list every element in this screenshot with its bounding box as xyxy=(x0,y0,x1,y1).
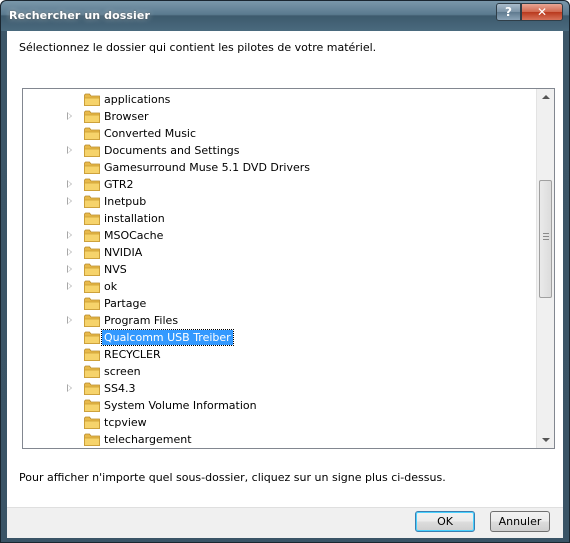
tree-item-label: Browser xyxy=(104,110,149,123)
folder-icon xyxy=(84,365,100,378)
tree-item-label: NVS xyxy=(104,263,127,276)
instruction-text: Sélectionnez le dossier qui contient les… xyxy=(19,41,377,54)
expand-arrow-icon[interactable] xyxy=(67,112,72,120)
folder-browser-dialog: Rechercher un dossier ? ✕ Sélectionnez l… xyxy=(0,0,570,543)
tree-item[interactable]: Inetpub xyxy=(23,193,535,210)
close-icon: ✕ xyxy=(536,5,548,19)
folder-icon xyxy=(84,93,100,106)
tree-item[interactable]: Gamesurround Muse 5.1 DVD Drivers xyxy=(23,159,535,176)
scroll-thumb[interactable] xyxy=(539,180,552,298)
folder-icon xyxy=(84,280,100,293)
expand-arrow-icon[interactable] xyxy=(67,231,72,239)
tree-item[interactable]: Documents and Settings xyxy=(23,142,535,159)
expand-arrow-icon[interactable] xyxy=(67,180,72,188)
expand-arrow-icon[interactable] xyxy=(67,384,72,392)
tree-item-label: tcpview xyxy=(104,416,147,429)
folder-icon xyxy=(84,212,100,225)
tree-item-label: Documents and Settings xyxy=(104,144,240,157)
tree-item[interactable]: MSOCache xyxy=(23,227,535,244)
tree-item[interactable]: SS4.3 xyxy=(23,380,535,397)
tree-item-label: ok xyxy=(104,280,118,293)
folder-icon xyxy=(84,195,100,208)
tree-item[interactable]: NVIDIA xyxy=(23,244,535,261)
help-button[interactable]: ? xyxy=(496,3,521,21)
grip-line xyxy=(543,239,549,240)
title-bar[interactable]: Rechercher un dossier ? ✕ xyxy=(1,1,569,31)
cancel-button[interactable]: Annuler xyxy=(490,511,550,532)
folder-icon xyxy=(84,161,100,174)
folder-icon xyxy=(84,144,100,157)
folder-icon xyxy=(84,399,100,412)
tree-item-label: RECYCLER xyxy=(104,348,161,361)
tree-item-label: telechargement xyxy=(104,433,192,446)
tree-item[interactable]: Qualcomm USB Treiber xyxy=(23,329,535,346)
tree-item[interactable]: telechargement xyxy=(23,431,535,448)
tree-item-label: MSOCache xyxy=(104,229,164,242)
folder-icon xyxy=(84,331,100,344)
folder-icon xyxy=(84,229,100,242)
tree-item-label: Program Files xyxy=(104,314,179,327)
folder-icon xyxy=(84,433,100,446)
close-button[interactable]: ✕ xyxy=(521,3,563,21)
folder-icon xyxy=(84,246,100,259)
tree-item-label: SS4.3 xyxy=(104,382,136,395)
tree-item-label: System Volume Information xyxy=(104,399,257,412)
scroll-down-icon[interactable] xyxy=(542,438,550,442)
folder-icon xyxy=(84,416,100,429)
expand-arrow-icon[interactable] xyxy=(67,282,72,290)
tree-item[interactable]: screen xyxy=(23,363,535,380)
folder-icon xyxy=(84,297,100,310)
expand-arrow-icon[interactable] xyxy=(67,146,72,154)
tree-item-label: Qualcomm USB Treiber xyxy=(101,329,234,346)
folder-tree[interactable]: applications Browser Converted Music Docume… xyxy=(22,88,555,449)
tree-item[interactable]: Program Files xyxy=(23,312,535,329)
folder-icon xyxy=(84,382,100,395)
window-title: Rechercher un dossier xyxy=(9,9,151,22)
expand-arrow-icon[interactable] xyxy=(67,265,72,273)
ok-button[interactable]: OK xyxy=(415,511,475,532)
folder-icon xyxy=(84,314,100,327)
tree-item[interactable]: System Volume Information xyxy=(23,397,535,414)
tree-item-label: installation xyxy=(104,212,165,225)
tree-item-label: screen xyxy=(104,365,141,378)
content-pane: Sélectionnez le dossier qui contient les… xyxy=(7,31,563,507)
folder-icon xyxy=(84,127,100,140)
expand-arrow-icon[interactable] xyxy=(67,316,72,324)
tree-item-label: Partage xyxy=(104,297,147,310)
tree-item[interactable]: NVS xyxy=(23,261,535,278)
help-icon: ? xyxy=(505,5,512,19)
tree-item[interactable]: Converted Music xyxy=(23,125,535,142)
dialog-body: Sélectionnez le dossier qui contient les… xyxy=(7,31,563,538)
button-bar xyxy=(7,507,563,538)
tree-item[interactable]: Partage xyxy=(23,295,535,312)
vertical-scrollbar[interactable] xyxy=(536,89,554,448)
tree-item[interactable]: RECYCLER xyxy=(23,346,535,363)
grip-line xyxy=(543,236,549,237)
tree-item[interactable]: GTR2 xyxy=(23,176,535,193)
tree-item-label: Inetpub xyxy=(104,195,147,208)
tree-item-label: NVIDIA xyxy=(104,246,143,259)
tree-item[interactable]: installation xyxy=(23,210,535,227)
folder-icon xyxy=(84,348,100,361)
tree-item-label: Converted Music xyxy=(104,127,197,140)
tree-item-label: Gamesurround Muse 5.1 DVD Drivers xyxy=(104,161,311,174)
tree-item[interactable]: ok xyxy=(23,278,535,295)
tree-item-label: GTR2 xyxy=(104,178,134,191)
scroll-up-icon[interactable] xyxy=(542,95,550,99)
folder-icon xyxy=(84,263,100,276)
expand-arrow-icon[interactable] xyxy=(67,197,72,205)
tree-item[interactable]: Browser xyxy=(23,108,535,125)
folder-icon xyxy=(84,110,100,123)
folder-icon xyxy=(84,178,100,191)
tree-item[interactable]: applications xyxy=(23,91,535,108)
grip-line xyxy=(543,233,549,234)
tree-item-label: applications xyxy=(104,93,171,106)
expand-arrow-icon[interactable] xyxy=(67,248,72,256)
hint-text: Pour afficher n'importe quel sous-dossie… xyxy=(19,471,446,484)
tree-item[interactable]: tcpview xyxy=(23,414,535,431)
